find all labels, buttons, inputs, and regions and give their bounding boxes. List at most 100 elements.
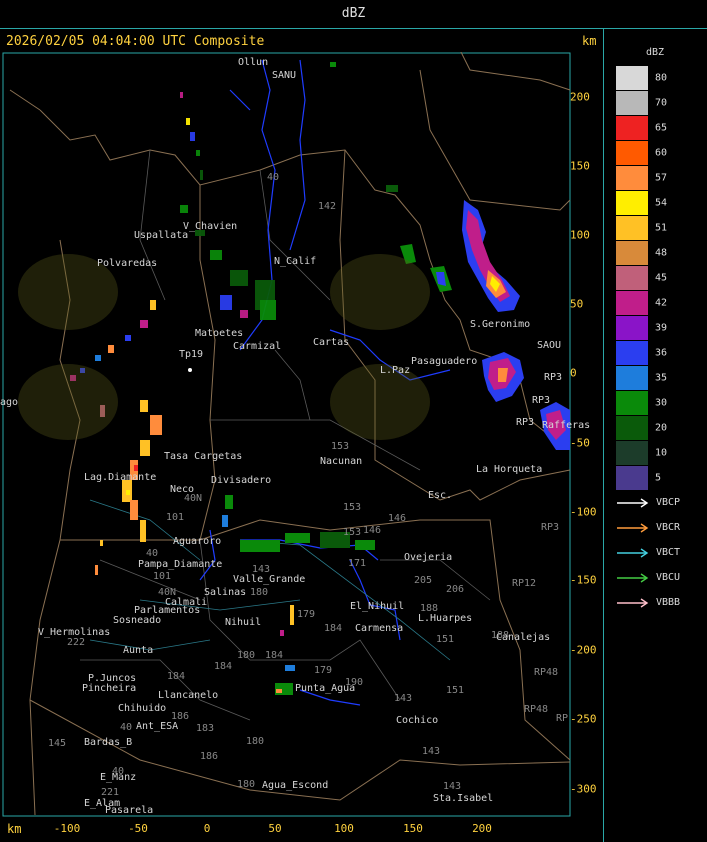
place-label: Carmizal — [233, 341, 282, 352]
place-label: Agua_Escond — [262, 780, 329, 791]
place-label: L.Huarpes — [418, 613, 473, 624]
legend-swatch — [616, 441, 648, 465]
legend-swatch — [616, 166, 648, 190]
x-tick: 0 — [203, 822, 211, 835]
timestamp-label: 2026/02/05 04:04:00 UTC Composite — [6, 34, 265, 49]
route-label: 190 — [345, 677, 364, 688]
legend-label: 30 — [655, 397, 668, 409]
route-label: 142 — [318, 201, 337, 212]
legend-label: 39 — [655, 322, 668, 334]
place-label: V_Chavien — [183, 221, 238, 232]
route-label: 153 — [343, 502, 362, 513]
arrow-icon — [617, 548, 649, 558]
legend-swatch — [616, 391, 648, 415]
route-label: 40N — [158, 587, 177, 598]
route-label: 188 — [491, 630, 510, 641]
route-label: RP48 — [534, 667, 559, 678]
place-label: Nihuil — [225, 617, 262, 628]
legend-swatch — [616, 91, 648, 115]
place-label: Pampa_Diamante — [138, 559, 223, 570]
km-unit-bottom: km — [7, 822, 22, 836]
place-label: Ant_ESA — [136, 721, 179, 732]
place-label: Ovejeria — [404, 552, 453, 563]
y-tick: 100 — [570, 228, 590, 242]
route-label: 143 — [394, 693, 413, 704]
title-bar: dBZ — [0, 0, 707, 29]
place-label: Divisadero — [211, 475, 272, 486]
place-label: RP3 — [516, 417, 535, 428]
route-label: 40 — [120, 722, 133, 733]
route-label: 179 — [297, 609, 316, 620]
y-tick: -150 — [570, 573, 597, 587]
route-label: RP3 — [541, 522, 560, 533]
radar-legend-label: VBCP — [656, 497, 681, 508]
route-label: 40 — [112, 766, 125, 777]
y-tick: -250 — [570, 712, 597, 726]
route-label: 143 — [422, 746, 441, 757]
place-label: La Horqueta — [476, 464, 543, 475]
y-tick: 50 — [570, 297, 584, 311]
place-label: Valle_Grande — [233, 574, 306, 585]
legend-label: 36 — [655, 347, 668, 359]
legend-swatch — [616, 291, 648, 315]
place-label: RP3 — [544, 372, 563, 383]
legend-swatch — [616, 216, 648, 240]
route-label: 151 — [446, 685, 465, 696]
legend-swatch — [616, 116, 648, 140]
legend-label: 42 — [655, 297, 668, 309]
place-label: Cochico — [396, 715, 439, 726]
legend-label: 80 — [655, 72, 668, 84]
place-label: Nacunan — [320, 456, 363, 467]
route-label: 184 — [167, 671, 186, 682]
radar-echoes — [70, 62, 570, 695]
y-tick: -50 — [570, 436, 590, 450]
x-tick: -50 — [128, 822, 148, 835]
place-label: Sta.Isabel — [433, 793, 494, 804]
route-label: 184 — [265, 650, 284, 661]
route-label: RP12 — [512, 578, 537, 589]
legend-label: 70 — [655, 97, 668, 109]
place-label: Carmensa — [355, 623, 404, 634]
route-label: 40N — [184, 493, 203, 504]
route-label: 101 — [166, 512, 185, 523]
x-tick: 50 — [268, 822, 282, 835]
legend-swatch — [616, 141, 648, 165]
y-tick: -100 — [570, 505, 597, 519]
route-label: 40 — [146, 548, 159, 559]
legend-swatch — [616, 241, 648, 265]
arrow-icon — [617, 573, 649, 583]
radar-map[interactable] — [0, 52, 603, 817]
y-tick: -300 — [570, 782, 597, 796]
legend-swatch — [616, 416, 648, 440]
legend-label: 10 — [655, 447, 668, 459]
route-label: 153 — [331, 441, 350, 452]
route-label: 171 — [348, 558, 367, 569]
radar-legend-label: VBCU — [656, 572, 681, 583]
legend-swatch — [616, 366, 648, 390]
place-label: SANU — [272, 70, 297, 81]
y-tick: 0 — [570, 366, 577, 380]
arrow-icon — [617, 523, 649, 533]
legend-label: 45 — [655, 272, 668, 284]
route-label: 180 — [237, 650, 256, 661]
legend-label: 5 — [655, 472, 662, 484]
radar-site-marker[interactable] — [188, 368, 192, 372]
radar-legend-label: VBBB — [656, 597, 681, 608]
legend-swatch — [616, 66, 648, 90]
legend-swatch — [616, 266, 648, 290]
dacc-watermark — [18, 254, 430, 440]
echo-north-band — [180, 92, 276, 320]
arrow-icon — [617, 598, 649, 608]
route-label: 184 — [324, 623, 343, 634]
place-label: S.Geronimo — [470, 319, 531, 330]
place-label: Pincheira — [82, 683, 137, 694]
place-label: L.Paz — [380, 365, 411, 376]
route-label: 188 — [420, 603, 439, 614]
route-label: 221 — [101, 787, 120, 798]
place-label: Pasaguadero — [411, 356, 478, 367]
place-label: Chihuido — [118, 703, 167, 714]
legend-label: 57 — [655, 172, 668, 184]
route-label: 222 — [67, 637, 86, 648]
place-label: Matoetes — [195, 328, 244, 339]
place-label: Ollun — [238, 57, 269, 68]
